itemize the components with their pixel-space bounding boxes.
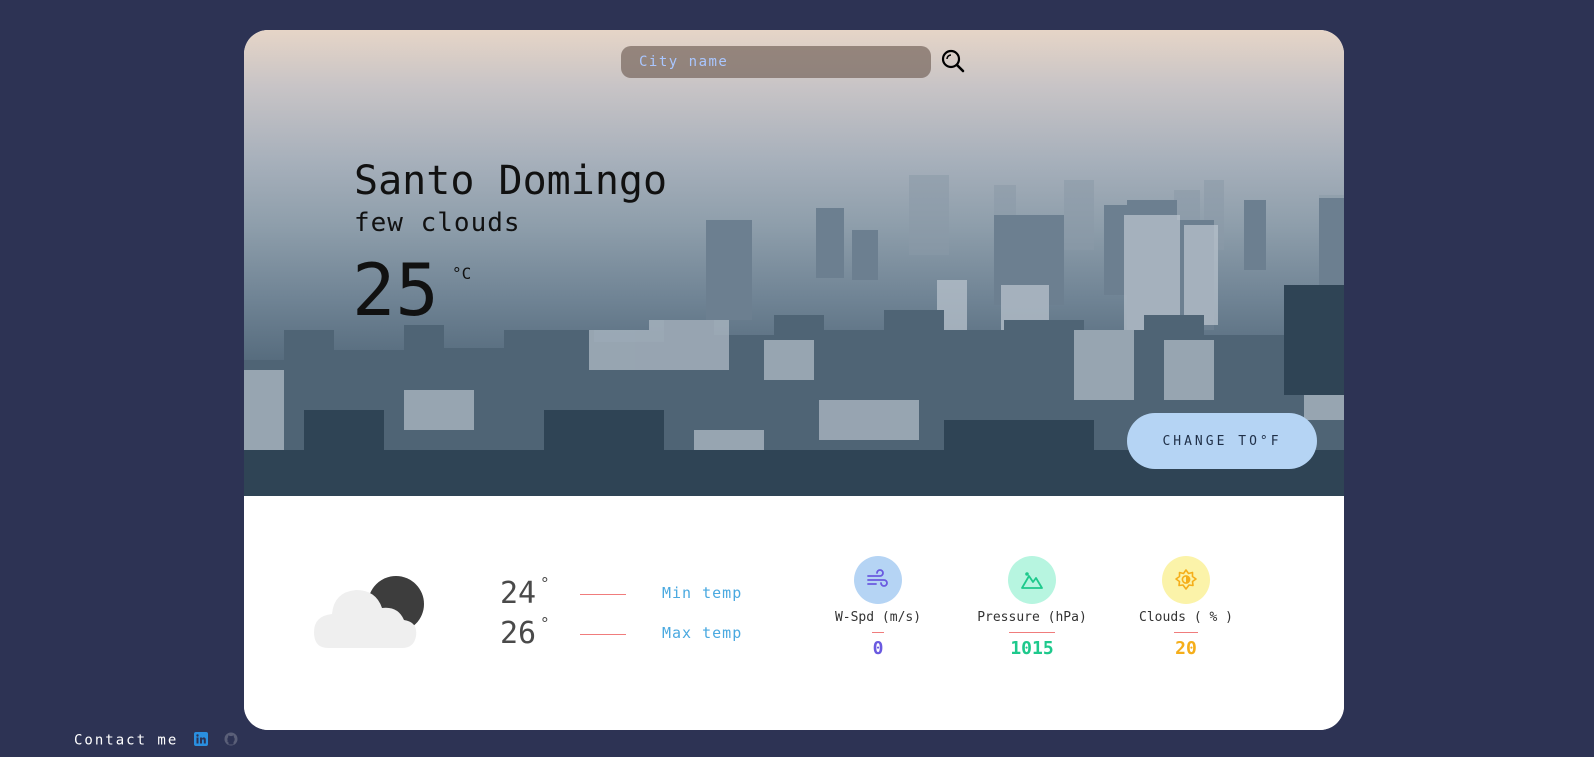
city-search-input[interactable]: [621, 46, 931, 78]
wind-speed-label: W-Spd (m/s): [834, 610, 922, 625]
search-button[interactable]: [939, 48, 967, 76]
current-temperature: 25: [352, 248, 439, 332]
pressure-divider: [1009, 632, 1055, 633]
min-temp-row: 24 ° Min temp: [500, 574, 760, 612]
max-temp-degree: °: [540, 614, 550, 633]
weather-card: Santo Domingo few clouds 25 °C CHANGE TO…: [244, 30, 1344, 730]
search-bar: [621, 46, 931, 78]
details-panel: 24 ° Min temp 26 ° Max temp W-Spd (m/s) …: [244, 496, 1344, 730]
min-temp-divider: [580, 594, 626, 595]
city-background-image: Santo Domingo few clouds 25 °C CHANGE TO…: [244, 30, 1344, 496]
mountain-icon: [1021, 572, 1043, 589]
sun-icon: [1175, 569, 1197, 590]
wind-icon-circle: [854, 556, 902, 604]
max-temp-divider: [580, 634, 626, 635]
partly-cloudy-night-icon: [314, 576, 424, 648]
max-temp-row: 26 ° Max temp: [500, 614, 760, 652]
clouds-value: 20: [1175, 638, 1197, 659]
wind-icon: [867, 569, 888, 587]
contact-label: Contact me: [74, 732, 179, 749]
clouds-divider: [1174, 632, 1198, 633]
min-temp-degree: °: [540, 574, 550, 593]
change-unit-button[interactable]: CHANGE TO°F: [1127, 413, 1317, 469]
linkedin-link[interactable]: [193, 731, 208, 750]
pressure-value: 1015: [1010, 638, 1054, 659]
pressure-stat: Pressure (hPa) 1015: [962, 556, 1102, 676]
linkedin-icon: [193, 732, 208, 746]
weather-description: few clouds: [354, 208, 521, 238]
wind-speed-value: 0: [872, 638, 884, 659]
wind-speed-stat: W-Spd (m/s) 0: [808, 556, 948, 676]
pressure-label: Pressure (hPa): [977, 610, 1087, 625]
min-temp-label: Min temp: [662, 584, 743, 602]
clouds-label: Clouds ( % ): [1139, 610, 1233, 625]
search-icon: [941, 49, 965, 73]
clouds-stat: Clouds ( % ) 20: [1116, 556, 1256, 676]
github-link[interactable]: [224, 731, 238, 750]
min-temp-value: 24: [500, 576, 537, 611]
city-name: Santo Domingo: [354, 158, 668, 204]
sun-icon-circle: [1162, 556, 1210, 604]
max-temp-label: Max temp: [662, 624, 743, 642]
max-temp-value: 26: [500, 616, 537, 651]
footer: Contact me: [74, 730, 238, 750]
wind-speed-divider: [872, 632, 884, 633]
mountain-icon-circle: [1008, 556, 1056, 604]
github-icon: [224, 732, 238, 746]
temperature-unit: °C: [452, 264, 472, 283]
